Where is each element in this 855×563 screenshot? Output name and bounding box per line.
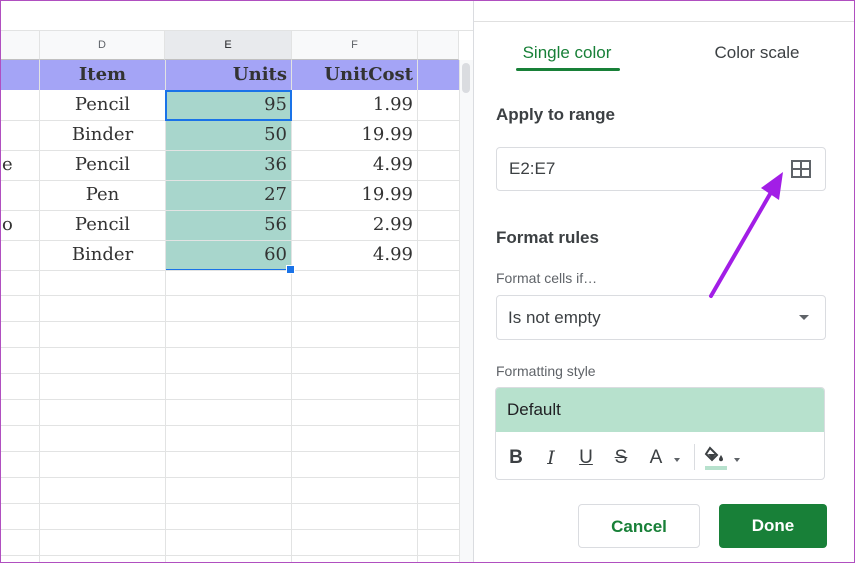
chevron-down-icon[interactable] — [799, 315, 809, 320]
spreadsheet-grid: D E F Item Units UnitCost Pencil 95 1.99… — [1, 1, 473, 562]
strikethrough-button[interactable]: S — [611, 445, 631, 471]
text-color-caret-icon[interactable] — [674, 458, 680, 462]
style-preview-text[interactable]: Default — [507, 388, 561, 432]
panel-divider — [474, 21, 854, 22]
cell-d3[interactable]: Binder — [40, 120, 165, 150]
column-header-d[interactable]: D — [40, 31, 165, 60]
cell-e4[interactable]: 36 — [165, 150, 292, 180]
cell-d2[interactable]: Pencil — [40, 90, 165, 120]
cell-d6[interactable]: Pencil — [40, 210, 165, 240]
cell-c4[interactable]: e — [1, 150, 40, 180]
text-color-button[interactable]: A — [646, 445, 666, 471]
cell-e6[interactable]: 56 — [165, 210, 292, 240]
apply-to-range-label: Apply to range — [496, 105, 616, 124]
cell-f2[interactable]: 1.99 — [292, 90, 418, 120]
range-input[interactable]: E2:E7 — [496, 147, 826, 191]
cell-f6[interactable]: 2.99 — [292, 210, 418, 240]
italic-button[interactable]: I — [541, 445, 561, 471]
underline-button[interactable]: U — [576, 445, 596, 471]
cell-f4[interactable]: 4.99 — [292, 150, 418, 180]
scrollbar-thumb[interactable] — [462, 63, 470, 93]
format-rules-label: Format rules — [496, 228, 599, 247]
cell-d5[interactable]: Pen — [40, 180, 165, 210]
cell-f7[interactable]: 4.99 — [292, 240, 418, 270]
condition-dropdown[interactable]: Is not empty — [496, 295, 826, 340]
cell-e2[interactable]: 95 — [165, 90, 292, 120]
style-preset-dropdown[interactable]: Default — [496, 388, 824, 432]
cancel-button[interactable]: Cancel — [578, 504, 700, 548]
column-header-c[interactable] — [1, 31, 40, 60]
bold-button[interactable]: B — [506, 445, 526, 471]
done-button[interactable]: Done — [719, 504, 827, 548]
cell-c6[interactable]: o — [1, 210, 40, 240]
range-value[interactable]: E2:E7 — [509, 148, 555, 190]
formatting-style-label: Formatting style — [496, 363, 596, 379]
cell-e3[interactable]: 50 — [165, 120, 292, 150]
toolbar-divider — [694, 444, 695, 470]
cell-f5[interactable]: 19.99 — [292, 180, 418, 210]
conditional-format-panel: Single color Color scale Apply to range … — [473, 1, 854, 562]
grid-icon[interactable] — [791, 160, 811, 178]
column-header-g[interactable] — [418, 31, 459, 60]
tab-active-indicator — [516, 68, 620, 71]
header-cell-item[interactable]: Item — [40, 60, 165, 90]
cell-d7[interactable]: Binder — [40, 240, 165, 270]
grid-top-bar — [1, 1, 473, 31]
cell-d4[interactable]: Pencil — [40, 150, 165, 180]
cell-f3[interactable]: 19.99 — [292, 120, 418, 150]
cell-e7[interactable]: 60 — [165, 240, 292, 270]
format-cells-if-label: Format cells if… — [496, 270, 598, 286]
tab-single-color[interactable]: Single color — [514, 41, 620, 71]
cell-c2[interactable] — [1, 90, 40, 120]
tab-color-scale[interactable]: Color scale — [702, 41, 812, 71]
column-header-e[interactable]: E — [165, 31, 292, 60]
fill-color-caret-icon[interactable] — [734, 458, 740, 462]
fill-color-icon[interactable] — [704, 444, 728, 472]
app-window: D E F Item Units UnitCost Pencil 95 1.99… — [0, 0, 855, 563]
header-cell-unitcost[interactable]: UnitCost — [292, 60, 418, 90]
vertical-scrollbar[interactable] — [459, 60, 473, 562]
column-header-f[interactable]: F — [292, 31, 418, 60]
condition-value[interactable]: Is not empty — [508, 296, 601, 339]
cell-e5[interactable]: 27 — [165, 180, 292, 210]
header-cell-units[interactable]: Units — [165, 60, 292, 90]
formatting-style-box: Default B I U S A — [495, 387, 825, 480]
